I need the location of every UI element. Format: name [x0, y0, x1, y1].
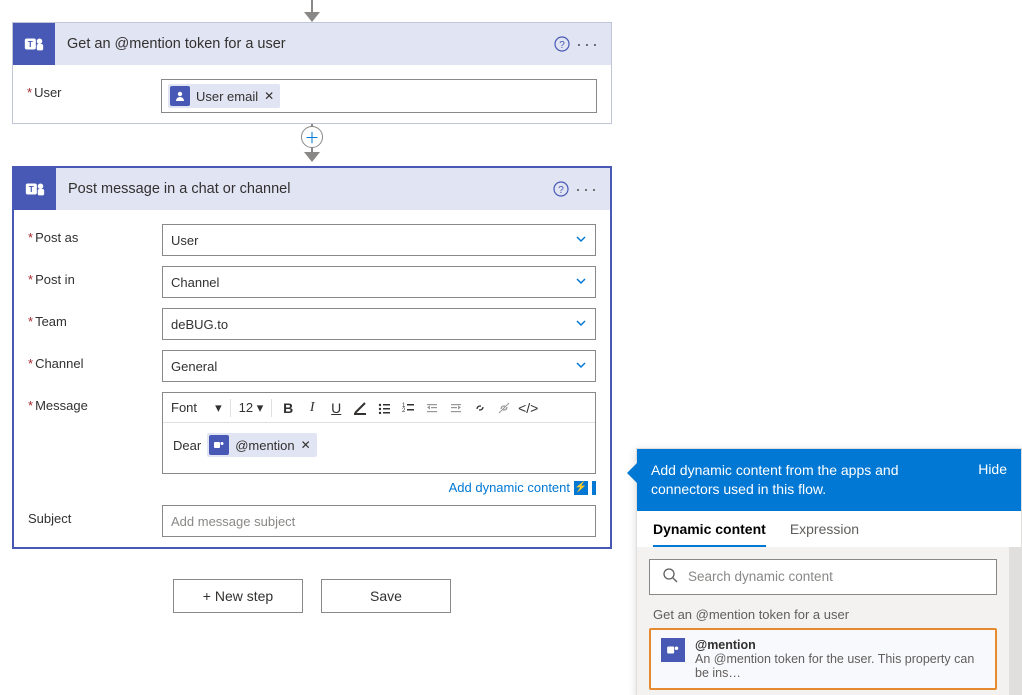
remove-icon[interactable]: ✕: [264, 89, 274, 103]
token-mention[interactable]: @mention ✕: [207, 433, 317, 457]
chevron-down-icon: [575, 359, 587, 374]
channel-label: Channel: [28, 350, 162, 371]
svg-text:T: T: [28, 40, 33, 49]
dynamic-content-icon: ⚡: [574, 481, 588, 495]
link-button[interactable]: [468, 396, 492, 420]
dynamic-content-panel: Add dynamic content from the apps and co…: [636, 448, 1022, 695]
card-title: Get an @mention token for a user: [67, 36, 549, 52]
user-label: User: [27, 79, 161, 100]
chevron-down-icon: [575, 233, 587, 248]
tab-dynamic-content[interactable]: Dynamic content: [653, 521, 766, 547]
token-label: User email: [196, 89, 258, 104]
chevron-down-icon: [575, 317, 587, 332]
new-step-button[interactable]: + New step: [173, 579, 303, 613]
numbered-button[interactable]: 12: [396, 396, 420, 420]
outdent-button[interactable]: [420, 396, 444, 420]
svg-text:T: T: [29, 185, 34, 194]
more-icon[interactable]: ···: [574, 179, 600, 200]
teams-icon: [209, 435, 229, 455]
svg-text:?: ?: [558, 185, 564, 196]
remove-icon[interactable]: ✕: [301, 438, 311, 452]
help-icon[interactable]: ?: [548, 181, 574, 197]
token-user-email[interactable]: User email ✕: [168, 84, 280, 108]
teams-icon: T: [14, 168, 56, 210]
svg-text:2: 2: [402, 408, 406, 414]
save-button[interactable]: Save: [321, 579, 451, 613]
message-label: Message: [28, 392, 162, 413]
post-as-label: Post as: [28, 224, 162, 245]
teams-icon: T: [13, 23, 55, 65]
underline-button[interactable]: U: [324, 396, 348, 420]
rte-toolbar: Font ▾ 12 ▾ B I U 12: [163, 393, 595, 423]
message-body[interactable]: Dear @mention ✕: [163, 423, 595, 473]
person-icon: [170, 86, 190, 106]
chevron-down-icon: [575, 275, 587, 290]
color-button[interactable]: [348, 396, 372, 420]
unlink-button[interactable]: [492, 396, 516, 420]
subject-label: Subject: [28, 505, 162, 526]
more-icon[interactable]: ···: [575, 34, 601, 55]
indent-button[interactable]: [444, 396, 468, 420]
user-field[interactable]: User email ✕: [161, 79, 597, 113]
dc-search-input[interactable]: Search dynamic content: [649, 559, 997, 595]
card-header[interactable]: T Post message in a chat or channel ? ··…: [14, 168, 610, 210]
hide-link[interactable]: Hide: [978, 461, 1007, 499]
font-select[interactable]: Font ▾: [167, 400, 226, 416]
action-card-mention-token[interactable]: T Get an @mention token for a user ? ···…: [12, 22, 612, 124]
search-icon: [662, 567, 678, 586]
dc-item-title: @mention: [695, 638, 985, 652]
dc-item-mention[interactable]: @mention An @mention token for the user.…: [649, 628, 997, 690]
message-text: Dear: [173, 438, 201, 453]
card-header[interactable]: T Get an @mention token for a user ? ···: [13, 23, 611, 65]
channel-select[interactable]: General: [162, 350, 596, 382]
code-button[interactable]: </>: [516, 396, 540, 420]
dc-header-text: Add dynamic content from the apps and co…: [651, 461, 966, 499]
dc-item-description: An @mention token for the user. This pro…: [695, 652, 985, 680]
team-label: Team: [28, 308, 162, 329]
dc-group-title: Get an @mention token for a user: [649, 595, 997, 628]
tab-expression[interactable]: Expression: [790, 521, 859, 547]
italic-button[interactable]: I: [300, 396, 324, 420]
insert-step-button[interactable]: ＋: [301, 126, 323, 148]
post-as-select[interactable]: User: [162, 224, 596, 256]
size-select[interactable]: 12 ▾: [235, 400, 268, 416]
subject-input[interactable]: Add message subject: [162, 505, 596, 537]
message-editor[interactable]: Font ▾ 12 ▾ B I U 12: [162, 392, 596, 474]
team-select[interactable]: deBUG.to: [162, 308, 596, 340]
bold-button[interactable]: B: [276, 396, 300, 420]
add-dynamic-content-link[interactable]: Add dynamic content ⚡: [162, 474, 596, 495]
post-in-label: Post in: [28, 266, 162, 287]
card-title: Post message in a chat or channel: [68, 181, 548, 197]
post-in-select[interactable]: Channel: [162, 266, 596, 298]
help-icon[interactable]: ?: [549, 36, 575, 52]
action-card-post-message[interactable]: T Post message in a chat or channel ? ··…: [12, 166, 612, 549]
bullets-button[interactable]: [372, 396, 396, 420]
teams-icon: [661, 638, 685, 662]
svg-text:?: ?: [559, 40, 565, 51]
